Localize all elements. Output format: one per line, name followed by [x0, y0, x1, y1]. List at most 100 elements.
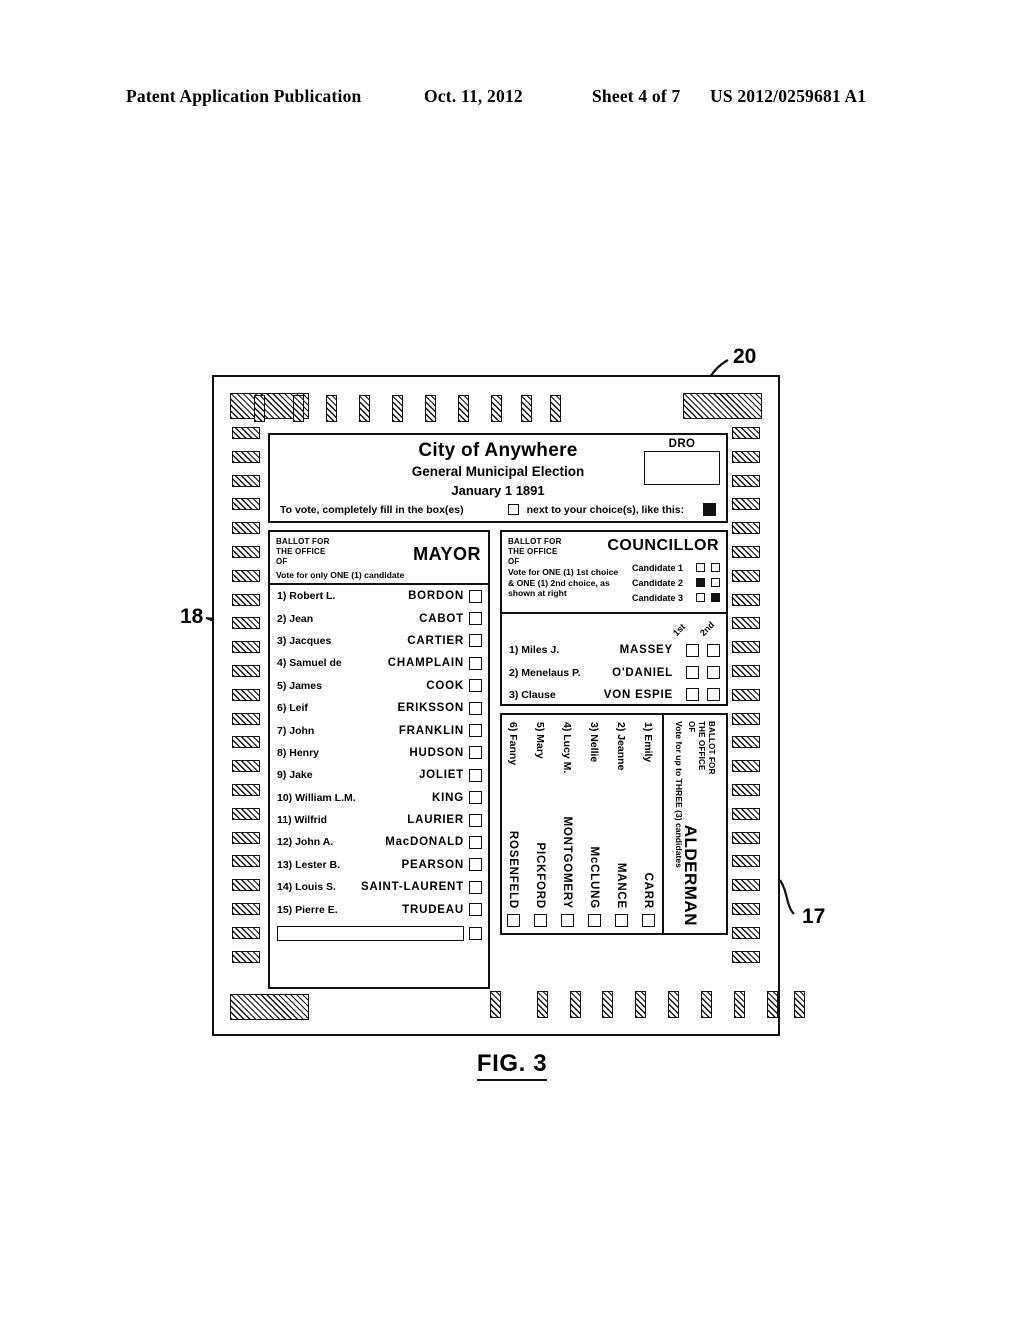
vote-checkbox[interactable]	[469, 903, 482, 917]
timing-mark-right	[732, 784, 760, 796]
vote-checkbox[interactable]	[507, 914, 520, 927]
vote-checkbox[interactable]	[469, 656, 482, 670]
mayor-vote-rule: Vote for only ONE (1) candidate	[276, 570, 405, 580]
candidate-row[interactable]: 4) Samuel de CHAMPLAIN	[270, 652, 488, 674]
alderman-vote-rule: Vote for up to THREE (3) candidates	[674, 721, 684, 868]
alderman-rotated-container: BALLOT FOR THE OFFICE OF ALDERMAN Vote for…	[496, 715, 720, 933]
vote-checkbox[interactable]	[686, 666, 699, 680]
candidate-first-name: 15) Pierre E.	[277, 903, 338, 916]
timing-mark-left	[232, 736, 260, 749]
candidate-surname: PICKFORD	[534, 842, 547, 909]
figure-label: FIG. 3	[0, 1050, 1024, 1081]
candidate-surname: ERIKSSON	[397, 702, 464, 715]
candidate-surname: McCLUNG	[588, 846, 601, 909]
sample-candidate-label: Candidate 1	[631, 562, 683, 573]
candidate-surname: BORDON	[408, 590, 464, 603]
candidate-row[interactable]: 11) Wilfrid LAURIER	[270, 809, 488, 831]
vote-checkbox[interactable]	[469, 634, 482, 648]
candidate-row[interactable]: 6) Fanny ROSENFELD	[500, 715, 527, 933]
candidate-row[interactable]: 3) Nellie McCLUNG	[581, 715, 608, 933]
alderman-ballot-for-label: BALLOT FOR THE OFFICE OF	[687, 721, 717, 775]
sample-candidate-label: Candidate 3	[631, 592, 683, 603]
vote-checkbox[interactable]	[469, 746, 482, 760]
candidate-first-name: 6) Leif	[277, 702, 308, 715]
candidate-row[interactable]: 5) James COOK	[270, 675, 488, 697]
vote-checkbox[interactable]	[469, 679, 482, 693]
timing-mark-top	[491, 395, 502, 422]
candidate-row[interactable]: 13) Lester B. PEARSON	[270, 854, 488, 876]
candidate-row[interactable]: 9) Jake JOLIET	[270, 764, 488, 786]
vote-checkbox[interactable]	[707, 688, 720, 702]
write-in-row[interactable]	[270, 921, 488, 947]
vote-checkbox[interactable]	[615, 914, 628, 927]
dro-field[interactable]: DRO	[644, 438, 720, 485]
vote-checkbox[interactable]	[561, 914, 574, 927]
candidate-row[interactable]: 10) William L.M. KING	[270, 787, 488, 809]
timing-mark-top	[521, 395, 532, 422]
candidate-first-name: 1) Robert L.	[277, 590, 336, 603]
candidate-surname: MONTGOMERY	[561, 816, 574, 909]
timing-mark-bottom	[767, 991, 778, 1018]
timing-mark-left	[232, 474, 260, 487]
candidate-row[interactable]: 2) Menelaus P. O'DANIEL	[502, 661, 726, 683]
vote-checkbox[interactable]	[469, 858, 482, 872]
vote-checkbox[interactable]	[469, 791, 482, 805]
vote-checkbox[interactable]	[707, 643, 720, 657]
sample-checkbox	[696, 563, 705, 572]
candidate-first-name: 4) Samuel de	[277, 657, 342, 670]
candidate-surname: KING	[432, 791, 464, 804]
timing-mark-left	[232, 569, 260, 582]
dro-input-box[interactable]	[644, 451, 720, 485]
candidate-row[interactable]: 3) Clause VON ESPIE	[502, 684, 726, 706]
vote-checkbox[interactable]	[469, 589, 482, 603]
candidate-first-name: 4) Lucy M.	[561, 722, 574, 774]
vote-checkbox[interactable]	[707, 666, 720, 680]
timing-mark-right	[732, 593, 760, 606]
vote-checkbox[interactable]	[469, 880, 482, 894]
timing-mark-right	[732, 450, 760, 463]
vote-checkbox[interactable]	[469, 927, 482, 941]
write-in-input[interactable]	[277, 926, 464, 942]
candidate-row[interactable]: 8) Henry HUDSON	[270, 742, 488, 764]
vote-checkbox[interactable]	[469, 835, 482, 849]
timing-mark-right	[732, 950, 760, 963]
candidate-row[interactable]: 14) Louis S. SAINT-LAURENT	[270, 876, 488, 898]
timing-mark-right	[732, 569, 760, 582]
timing-mark-right	[732, 712, 760, 725]
vote-checkbox[interactable]	[588, 914, 601, 927]
vote-checkbox[interactable]	[469, 768, 482, 782]
vote-checkbox[interactable]	[469, 612, 482, 626]
candidate-row[interactable]: 5) Mary PICKFORD	[527, 715, 554, 933]
vote-checkbox[interactable]	[534, 914, 547, 927]
sample-checkbox	[711, 563, 720, 572]
example-empty-box-icon	[507, 504, 519, 515]
candidate-surname: JOLIET	[418, 769, 464, 782]
timing-mark-left	[232, 831, 260, 844]
candidate-surname: CARTIER	[407, 634, 464, 647]
candidate-row[interactable]: 12) John A. MacDONALD	[270, 831, 488, 853]
candidate-row[interactable]: 2) Jean CABOT	[270, 607, 488, 629]
candidate-row[interactable]: 3) Jacques CARTIER	[270, 630, 488, 652]
timing-mark-right	[732, 617, 760, 630]
mayor-header: BALLOT FOR THE OFFICE OF MAYOR Vote for on…	[270, 532, 488, 585]
timing-mark-right	[732, 855, 760, 868]
sample-checkbox	[696, 578, 705, 587]
vote-checkbox[interactable]	[686, 688, 699, 702]
timing-mark-left	[232, 950, 260, 963]
vote-checkbox[interactable]	[469, 813, 482, 827]
candidate-row[interactable]: 1) Miles J. MASSEY	[502, 639, 726, 661]
candidate-row[interactable]: 2) Jeanne MANCE	[608, 715, 635, 933]
vote-checkbox[interactable]	[686, 643, 699, 657]
candidate-row[interactable]: 7) John FRANKLIN	[270, 719, 488, 741]
candidate-row[interactable]: 1) Emily CARR	[635, 715, 662, 933]
vote-checkbox[interactable]	[469, 724, 482, 738]
vote-checkbox[interactable]	[469, 701, 482, 715]
timing-mark-top	[359, 395, 370, 422]
candidate-row[interactable]: 4) Lucy M. MONTGOMERY	[554, 715, 581, 933]
candidate-first-name: 7) John	[277, 724, 315, 737]
candidate-row[interactable]: 1) Robert L. BORDON	[270, 585, 488, 607]
ballot-content: City of Anywhere General Municipal Elect…	[268, 433, 728, 989]
candidate-row[interactable]: 15) Pierre E. TRUDEAU	[270, 898, 488, 920]
candidate-row[interactable]: 6) Leif ERIKSSON	[270, 697, 488, 719]
vote-checkbox[interactable]	[642, 914, 655, 927]
